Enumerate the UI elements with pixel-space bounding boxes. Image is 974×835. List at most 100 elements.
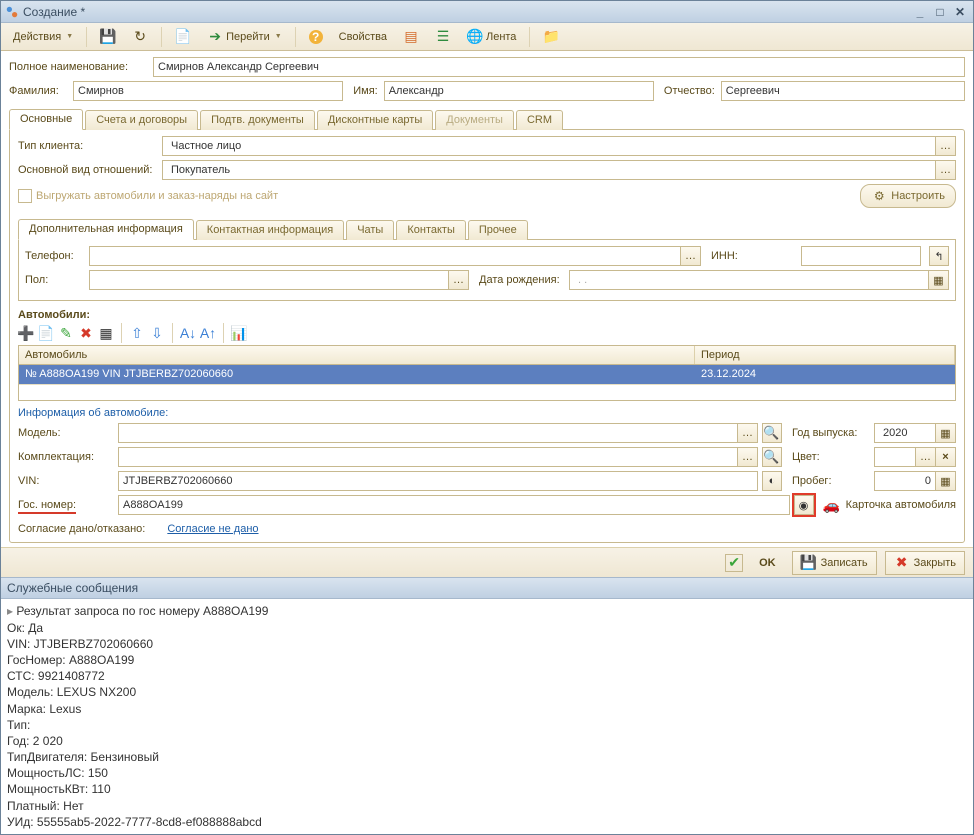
tab-accounts[interactable]: Счета и договоры [85, 110, 198, 130]
autos-header: Автомобили: [18, 309, 956, 321]
autos-grid: Автомобиль Период № A888OA199 VIN JTJBER… [18, 345, 956, 401]
complect-label: Комплектация: [18, 451, 114, 463]
floppy-icon: 💾 [100, 29, 116, 45]
patronymic-input[interactable]: Сергеевич [721, 81, 965, 101]
tab-main[interactable]: Основные [9, 109, 83, 130]
surname-input[interactable]: Смирнов [73, 81, 343, 101]
lookup-button[interactable]: … [680, 247, 700, 265]
inn-label: ИНН: [711, 250, 797, 262]
model-input[interactable]: … [118, 423, 758, 443]
consent-link[interactable]: Согласие не дано [167, 523, 258, 535]
globe-icon: 🌐 [467, 29, 483, 45]
goto-menu[interactable]: ➔Перейти▼ [201, 26, 288, 48]
complect-search-button[interactable]: 🔍 [762, 447, 782, 467]
birthdate-input[interactable]: . .▦ [569, 270, 949, 290]
auto-info-title: Информация об автомобиле: [18, 407, 956, 419]
close-window-button[interactable]: ✕ [951, 4, 969, 20]
list-icon-button[interactable]: ▤ [397, 26, 425, 48]
link-icon: 📄 [175, 29, 191, 45]
tab-chats[interactable]: Чаты [346, 220, 394, 240]
vin-input[interactable]: JTJBERBZ702060660 [118, 471, 758, 491]
footer-bar: ✔ OK 💾Записать ✖Закрыть [1, 547, 973, 577]
tab-documents[interactable]: Документы [435, 110, 514, 130]
actions-menu[interactable]: Действия▼ [7, 26, 79, 48]
move-up-icon[interactable]: ⇧ [129, 325, 145, 341]
tab-docs[interactable]: Подтв. документы [200, 110, 315, 130]
maximize-button[interactable]: □ [931, 4, 949, 20]
tab-other[interactable]: Прочее [468, 220, 528, 240]
calendar-button[interactable]: ▦ [928, 271, 948, 289]
properties-button[interactable]: Свойства [333, 26, 393, 48]
car-card-link[interactable]: Карточка автомобиля [846, 499, 956, 511]
year-input[interactable]: 2020▦ [874, 423, 956, 443]
lookup-button[interactable]: … [737, 448, 757, 466]
calc-button[interactable]: ▦ [935, 472, 955, 490]
phone-input[interactable]: … [89, 246, 701, 266]
tab-crm[interactable]: CRM [516, 110, 563, 130]
edit-icon[interactable]: ✎ [58, 325, 74, 341]
ok-button[interactable]: OK [751, 554, 784, 572]
move-down-icon[interactable]: ⇩ [149, 325, 165, 341]
feed-button[interactable]: 🌐Лента [461, 26, 522, 48]
help-icon-button[interactable]: ? [303, 26, 329, 48]
sex-input[interactable]: … [89, 270, 469, 290]
folder-icon-button[interactable]: 📁 [537, 26, 565, 48]
full-name-input[interactable]: Смирнов Александр Сергеевич [153, 57, 965, 77]
gos-lookup-button[interactable]: ◉ [794, 495, 814, 515]
copy-icon[interactable]: 📄 [38, 325, 54, 341]
inn-input[interactable] [801, 246, 921, 266]
grid-icon[interactable]: ▦ [98, 325, 114, 341]
grid-cell-auto: № A888OA199 VIN JTJBERBZ702060660 [19, 365, 695, 384]
client-type-input[interactable]: Частное лицо… [162, 136, 956, 156]
grid-col-period[interactable]: Период [695, 346, 955, 364]
refresh-icon-button[interactable]: ↻ [126, 26, 154, 48]
lookup-button[interactable]: … [915, 448, 935, 466]
sex-label: Пол: [25, 274, 85, 286]
phone-label: Телефон: [25, 250, 85, 262]
grid-col-auto[interactable]: Автомобиль [19, 346, 695, 364]
close-button[interactable]: ✖Закрыть [885, 551, 965, 575]
mileage-input[interactable]: 0▦ [874, 471, 956, 491]
grid-row[interactable]: № A888OA199 VIN JTJBERBZ702060660 23.12.… [19, 365, 955, 384]
sort-asc-icon[interactable]: A↓ [180, 325, 196, 341]
vin-label: VIN: [18, 475, 114, 487]
tab-discount[interactable]: Дисконтные карты [317, 110, 433, 130]
vin-action-button[interactable]: ◐ [762, 471, 782, 491]
tree-icon-button[interactable]: ☰ [429, 26, 457, 48]
lookup-button[interactable]: … [737, 424, 757, 442]
gos-input[interactable]: A888OA199 [118, 495, 790, 515]
tab-additional-info[interactable]: Дополнительная информация [18, 219, 194, 240]
list-icon: ▤ [403, 29, 419, 45]
app-icon [5, 5, 19, 19]
complect-input[interactable]: … [118, 447, 758, 467]
chart-icon[interactable]: 📊 [231, 325, 247, 341]
content-area: Полное наименование: Смирнов Александр С… [1, 51, 973, 547]
add-icon[interactable]: ➕ [18, 325, 34, 341]
lookup-button[interactable]: … [935, 161, 955, 179]
minimize-button[interactable]: _ [911, 4, 929, 20]
sort-desc-icon[interactable]: A↑ [200, 325, 216, 341]
tab-contact-info[interactable]: Контактная информация [196, 220, 344, 240]
calendar-button[interactable]: ▦ [935, 424, 955, 442]
upload-label: Выгружать автомобили и заказ-наряды на с… [36, 190, 280, 202]
save-icon-button[interactable]: 💾 [94, 26, 122, 48]
question-icon: ? [309, 30, 323, 44]
model-search-button[interactable]: 🔍 [762, 423, 782, 443]
relation-input[interactable]: Покупатель… [162, 160, 956, 180]
color-input[interactable]: …× [874, 447, 956, 467]
refresh-icon: ↻ [132, 29, 148, 45]
magnifier-icon: 🔍 [763, 425, 781, 441]
related-icon-button[interactable]: 📄 [169, 26, 197, 48]
lookup-button[interactable]: … [448, 271, 468, 289]
delete-icon[interactable]: ✖ [78, 325, 94, 341]
lookup-button[interactable]: … [935, 137, 955, 155]
tab-contacts[interactable]: Контакты [396, 220, 466, 240]
configure-button[interactable]: ⚙Настроить [860, 184, 956, 208]
upload-checkbox[interactable] [18, 189, 32, 203]
system-messages-title: Служебные сообщения [1, 577, 973, 599]
name-input[interactable]: Александр [384, 81, 654, 101]
inn-action-button[interactable]: ↰ [929, 246, 949, 266]
clear-button[interactable]: × [935, 448, 955, 466]
gear-icon: ⚙ [871, 188, 887, 204]
save-button[interactable]: 💾Записать [792, 551, 877, 575]
